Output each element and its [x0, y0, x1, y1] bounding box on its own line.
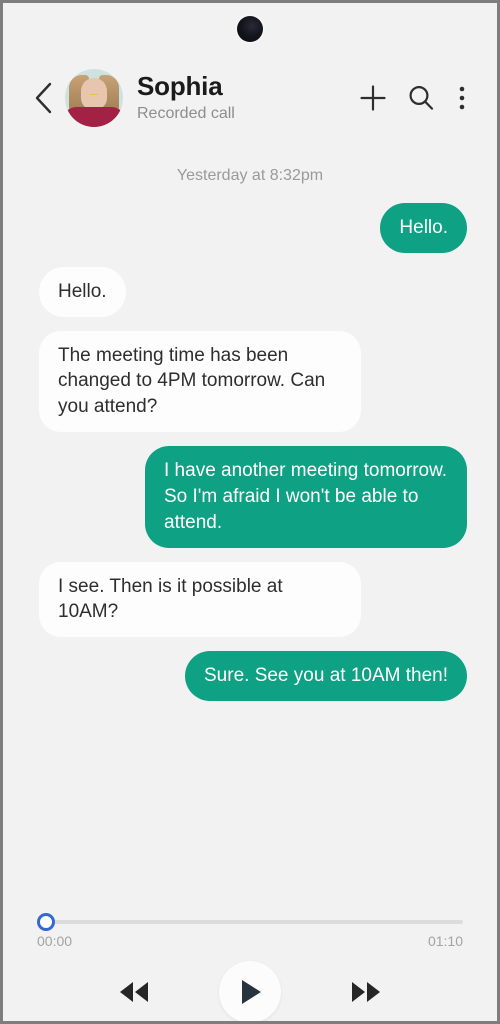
back-button[interactable] [29, 78, 59, 118]
audio-player: 00:00 01:10 [3, 903, 497, 1021]
message-row: Hello. [19, 203, 481, 253]
time-row: 00:00 01:10 [37, 933, 463, 949]
rewind-icon [120, 982, 148, 1002]
date-divider: Yesterday at 8:32pm [176, 167, 324, 184]
seek-thumb[interactable] [37, 913, 55, 931]
rewind-button[interactable] [111, 969, 157, 1015]
chevron-left-icon [35, 82, 52, 114]
play-button[interactable] [219, 961, 281, 1021]
current-time: 00:00 [37, 933, 73, 949]
message-row: Hello. [19, 266, 481, 317]
seek-track[interactable] [37, 920, 463, 924]
transport-controls [37, 961, 463, 1021]
header-actions [349, 74, 479, 122]
contact-subtitle: Recorded call [137, 105, 235, 123]
message-list[interactable]: Yesterday at 8:32pm Hello. Hello. The me… [3, 141, 497, 903]
search-button[interactable] [397, 74, 445, 122]
message-row: I have another meeting tomorrow. So I'm … [19, 446, 481, 548]
status-bar [3, 3, 497, 55]
seek-bar[interactable] [37, 913, 463, 931]
more-options-button[interactable] [445, 74, 479, 122]
message-row: Sure. See you at 10AM then! [19, 651, 481, 702]
message-bubble-outgoing[interactable]: I have another meeting tomorrow. So I'm … [145, 446, 467, 548]
fast-forward-button[interactable] [343, 969, 389, 1015]
message-bubble-incoming[interactable]: The meeting time has been changed to 4PM… [39, 330, 361, 433]
phone-screen: Sophia Recorded call Yesterday at 8:32pm… [0, 0, 500, 1024]
more-vertical-icon [459, 86, 465, 110]
message-bubble-incoming[interactable]: I see. Then is it possible at 10AM? [39, 561, 361, 638]
plus-icon [360, 85, 386, 111]
message-row: I see. Then is it possible at 10AM? [19, 561, 481, 638]
avatar[interactable] [65, 69, 123, 127]
search-icon [409, 86, 434, 110]
message-bubble-outgoing[interactable]: Sure. See you at 10AM then! [185, 651, 467, 702]
contact-name: Sophia [137, 72, 223, 102]
message-row: The meeting time has been changed to 4PM… [19, 330, 481, 433]
message-bubble-outgoing[interactable]: Hello. [380, 203, 467, 253]
play-icon [242, 980, 261, 1004]
chat-header: Sophia Recorded call [3, 55, 497, 141]
total-time: 01:10 [427, 933, 463, 949]
avatar-clothing [65, 107, 123, 127]
header-titles: Sophia Recorded call [137, 72, 349, 123]
punch-hole-camera-icon [237, 16, 263, 42]
message-bubble-incoming[interactable]: Hello. [39, 266, 126, 317]
add-button[interactable] [349, 74, 397, 122]
fast-forward-icon [352, 982, 380, 1002]
